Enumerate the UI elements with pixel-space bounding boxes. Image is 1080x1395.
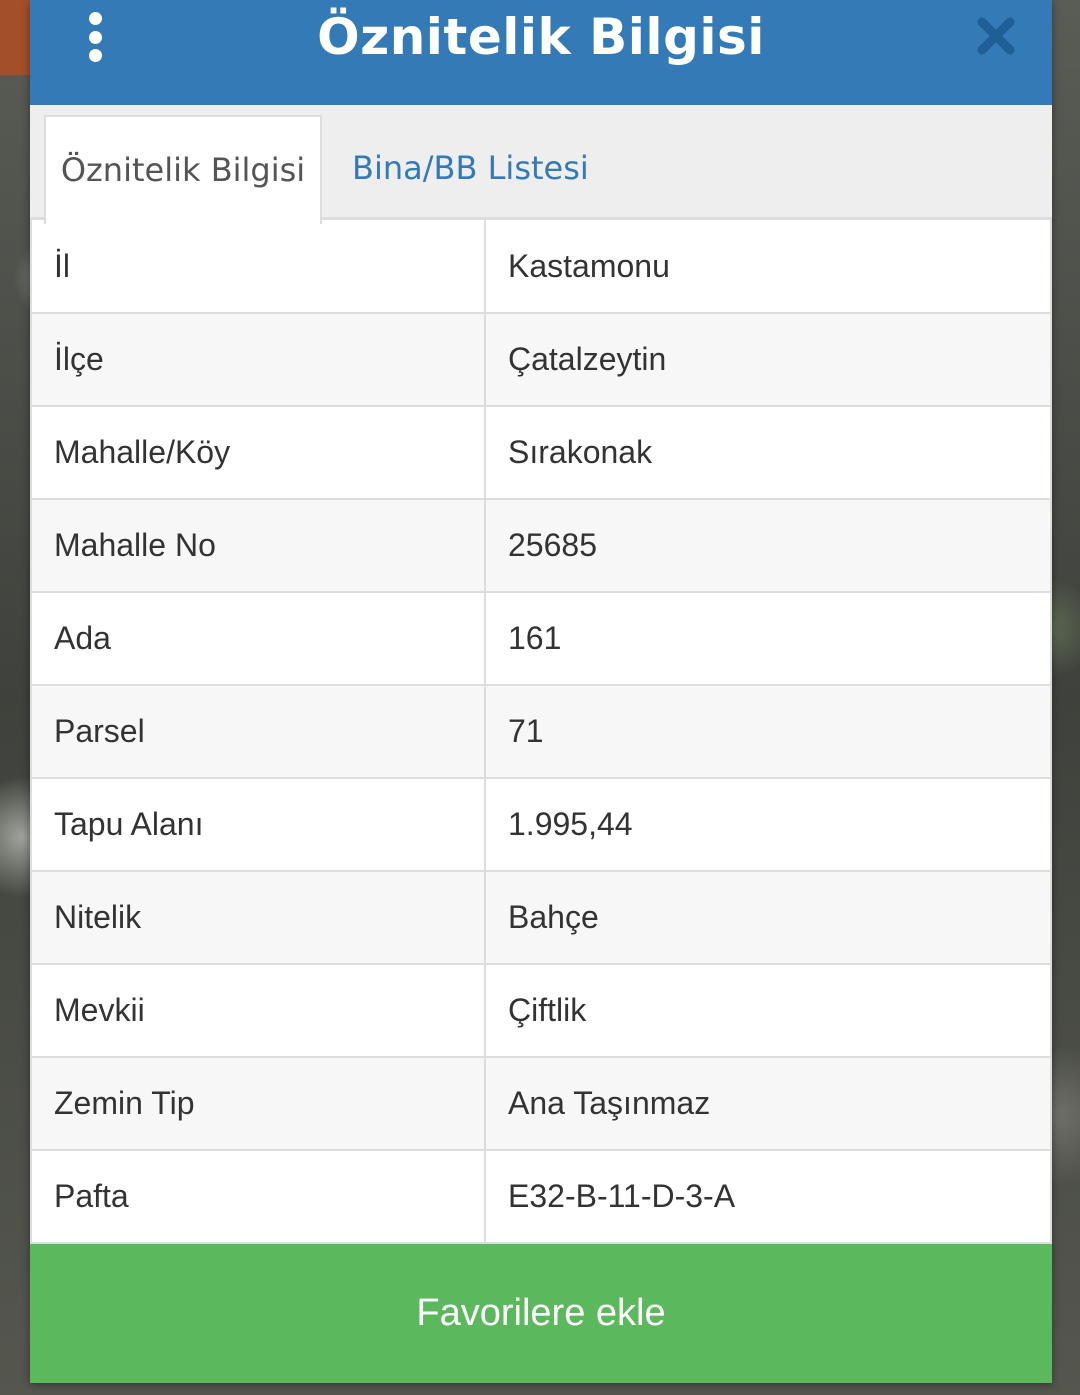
- modal-header: Öznitelik Bilgisi: [30, 0, 1052, 105]
- attribute-key: Nitelik: [31, 871, 486, 966]
- attribute-key: Mahalle/Köy: [31, 406, 486, 501]
- table-row: Nitelik Bahçe: [31, 871, 1051, 966]
- attribute-value: 71: [485, 685, 1051, 780]
- vertical-dots-icon[interactable]: [80, 12, 110, 62]
- tab-building-list[interactable]: Bina/BB Listesi: [352, 115, 589, 221]
- attribute-value: 25685: [485, 499, 1051, 594]
- map-accent: [0, 0, 30, 75]
- attribute-key: İl: [31, 220, 486, 315]
- add-favorite-button[interactable]: Favorilere ekle: [30, 1244, 1052, 1383]
- attribute-key: Mahalle No: [31, 499, 486, 594]
- attribute-value: 1.995,44: [485, 778, 1051, 873]
- attribute-table: İl Kastamonu İlçe Çatalzeytin Mahalle/Köy Sır…: [30, 220, 1052, 1245]
- attribute-value: Sırakonak: [485, 406, 1051, 501]
- attribute-value: Bahçe: [485, 871, 1051, 966]
- table-row: İlçe Çatalzeytin: [31, 313, 1051, 408]
- attribute-value: 161: [485, 592, 1051, 687]
- table-row: Mevkii Çiftlik: [31, 964, 1051, 1059]
- attribute-value: Çatalzeytin: [485, 313, 1051, 408]
- table-row: Zemin Tip Ana Taşınmaz: [31, 1057, 1051, 1152]
- attribute-value: Ana Taşınmaz: [485, 1057, 1051, 1152]
- modal-title: Öznitelik Bilgisi: [317, 8, 765, 67]
- attribute-value: E32-B-11-D-3-A: [485, 1150, 1051, 1245]
- table-row: Parsel 71: [31, 685, 1051, 780]
- table-row: İl Kastamonu: [31, 220, 1051, 315]
- attribute-key: Tapu Alanı: [31, 778, 486, 873]
- attribute-key: Pafta: [31, 1150, 486, 1245]
- attribute-key: Ada: [31, 592, 486, 687]
- attribute-info-modal: Öznitelik Bilgisi Öznitelik Bilgisi Bina…: [30, 0, 1052, 1383]
- tab-attribute-info[interactable]: Öznitelik Bilgisi: [44, 114, 322, 224]
- close-icon[interactable]: [976, 16, 1016, 56]
- attribute-key: Parsel: [31, 685, 486, 780]
- attribute-value: Çiftlik: [485, 964, 1051, 1059]
- attribute-value: Kastamonu: [485, 220, 1051, 315]
- table-row: Ada 161: [31, 592, 1051, 687]
- table-row: Mahalle No 25685: [31, 499, 1051, 594]
- table-row: Pafta E32-B-11-D-3-A: [31, 1150, 1051, 1245]
- table-row: Tapu Alanı 1.995,44: [31, 778, 1051, 873]
- attribute-key: Zemin Tip: [31, 1057, 486, 1152]
- table-row: Mahalle/Köy Sırakonak: [31, 406, 1051, 501]
- attribute-key: Mevkii: [31, 964, 486, 1059]
- tabs-bar: Öznitelik Bilgisi Bina/BB Listesi: [30, 104, 1052, 224]
- attribute-key: İlçe: [31, 313, 486, 408]
